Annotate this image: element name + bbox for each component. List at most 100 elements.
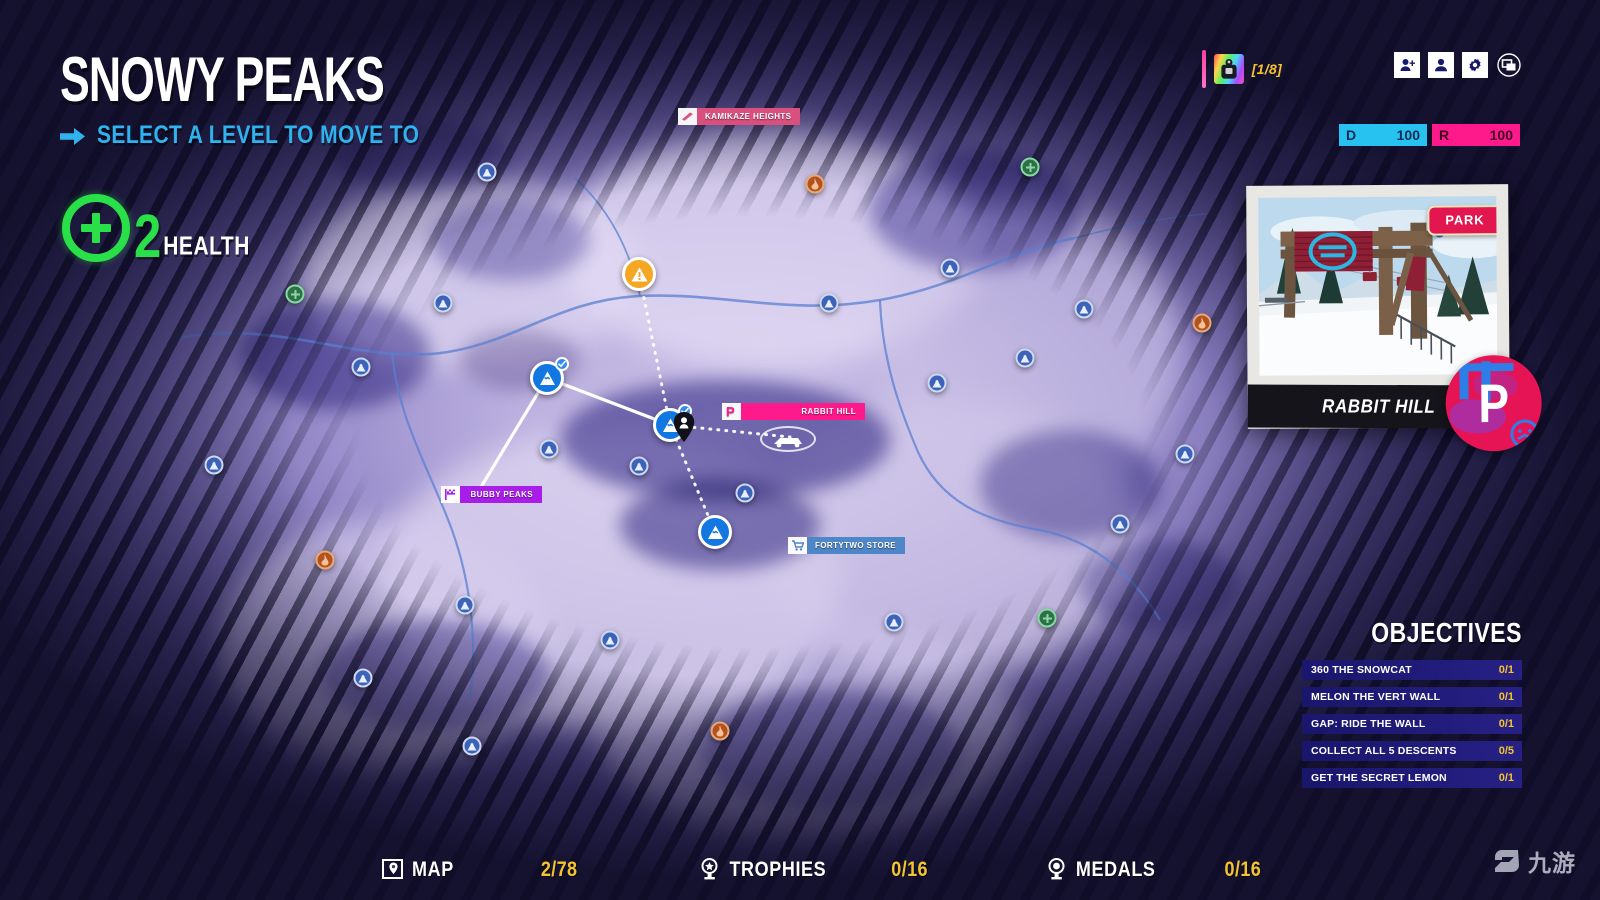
health-indicator: 2 HEALTH (62, 194, 250, 271)
map-poi-marker[interactable] (819, 293, 839, 313)
map-poi-marker[interactable] (1192, 313, 1212, 333)
medals-stat[interactable]: MEDALS 0/16 (1046, 856, 1261, 881)
peak-icon (351, 357, 371, 377)
map-poi-marker[interactable] (353, 668, 373, 688)
level-name-text: RABBIT HILL (1322, 395, 1436, 417)
flame-icon (710, 721, 730, 741)
peak-icon (477, 162, 497, 182)
character-avatar-icon[interactable] (1213, 54, 1244, 84)
map-label-text: RABBIT HILL (801, 407, 856, 416)
peak-icon (819, 293, 839, 313)
level-preview-card[interactable]: PARK RABBIT HILL P (1246, 184, 1543, 452)
map-pin-icon (382, 859, 403, 879)
map-label-bubby-peaks[interactable]: BUBBY PEAKS (441, 486, 542, 503)
objective-row[interactable]: COLLECT ALL 5 DESCENTS 0/5 (1302, 741, 1522, 761)
map-poi-marker[interactable] (462, 736, 482, 756)
map-label-kamikaze-heights[interactable]: KAMIKAZE HEIGHTS (678, 108, 801, 125)
map-poi-marker[interactable] (1020, 157, 1040, 177)
objective-count: 0/5 (1498, 745, 1514, 757)
map-poi-marker[interactable] (600, 630, 620, 650)
map-poi-marker[interactable] (1074, 299, 1094, 319)
map-label-text: KAMIKAZE HEIGHTS (705, 112, 792, 121)
map-poi-marker[interactable] (927, 373, 947, 393)
trophy-icon (701, 858, 718, 880)
objective-row[interactable]: GAP: RIDE THE WALL 0/1 (1302, 714, 1522, 734)
map-poi-marker[interactable] (1110, 514, 1130, 534)
completed-check-icon (555, 357, 569, 371)
map-poi-marker[interactable] (315, 550, 335, 570)
cash-value: 100 (1396, 127, 1420, 143)
map-poi-marker[interactable] (805, 174, 825, 194)
respect-currency: R 100 (1432, 124, 1520, 146)
map-progress-stat[interactable]: MAP 2/78 (382, 856, 578, 881)
peak-icon (455, 595, 475, 615)
player-position-marker[interactable] (673, 412, 695, 447)
map-poi-marker[interactable] (455, 595, 475, 615)
map-poi-marker[interactable] (629, 456, 649, 476)
medal-icon (1048, 858, 1065, 880)
node-bubby-peaks[interactable] (530, 357, 569, 395)
peak-icon (735, 483, 755, 503)
map-poi-marker[interactable] (1015, 348, 1035, 368)
health-plus-icon (62, 194, 130, 262)
person-icon[interactable] (1428, 52, 1454, 78)
arrow-right-icon (60, 127, 85, 145)
map-label-text: BUBBY PEAKS (470, 490, 533, 499)
map-poi-marker[interactable] (433, 293, 453, 313)
park-stamp-letter: P (1478, 372, 1510, 434)
avatar-accent-bar (1201, 50, 1206, 88)
map-poi-marker[interactable] (884, 612, 904, 632)
trophies-stat-value: 0/16 (891, 856, 928, 881)
trophies-stat[interactable]: TROPHIES 0/16 (699, 856, 928, 881)
map-label-fortytwo-store[interactable]: FORTYTWO STORE (788, 537, 906, 554)
respect-value: 100 (1489, 127, 1513, 143)
medals-stat-label: MEDALS (1075, 856, 1156, 881)
cart-icon (788, 537, 807, 554)
peak-icon (927, 373, 947, 393)
health-pickup-icon (1037, 608, 1057, 628)
map-poi-marker[interactable] (940, 258, 960, 278)
respect-symbol: R (1439, 127, 1450, 143)
health-pickup-icon (1020, 157, 1040, 177)
objectives-list[interactable]: 360 THE SNOWCAT 0/1 MELON THE VERT WALL 0/1… (1302, 660, 1522, 788)
map-poi-marker[interactable] (204, 455, 224, 475)
peak-icon (462, 736, 482, 756)
character-slot-count: [1/8] (1251, 61, 1282, 77)
flame-icon (805, 174, 825, 194)
map-poi-marker[interactable] (477, 162, 497, 182)
game-screen: KAMIKAZE HEIGHTS P RABBIT HILL BUBBY PEAKS F… (0, 0, 1600, 900)
map-poi-marker[interactable] (1175, 444, 1195, 464)
peak-icon (1110, 514, 1130, 534)
map-poi-marker[interactable] (351, 357, 371, 377)
objective-row[interactable]: GET THE SECRET LEMON 0/1 (1302, 768, 1522, 788)
objective-label: COLLECT ALL 5 DESCENTS (1311, 745, 1457, 757)
hud-button-group[interactable] (1394, 52, 1522, 78)
peak-icon (884, 612, 904, 632)
peak-icon (433, 293, 453, 313)
objective-count: 0/1 (1498, 691, 1514, 703)
peak-icon (353, 668, 373, 688)
slope-icon (678, 108, 697, 125)
objective-label: MELON THE VERT WALL (1311, 691, 1441, 703)
node-south[interactable] (698, 515, 732, 549)
map-poi-marker[interactable] (710, 721, 730, 741)
map-poi-marker[interactable] (1037, 608, 1057, 628)
map-poi-marker[interactable] (735, 483, 755, 503)
objective-row[interactable]: 360 THE SNOWCAT 0/1 (1302, 660, 1522, 680)
map-poi-marker[interactable] (539, 439, 559, 459)
map-stat-value: 2/78 (540, 856, 578, 881)
map-label-rabbit-hill[interactable]: P RABBIT HILL (722, 403, 865, 420)
windows-icon[interactable] (1496, 52, 1522, 78)
node-warn[interactable] (622, 257, 656, 291)
map-poi-marker[interactable] (285, 284, 305, 304)
health-value: 2 (134, 203, 162, 271)
map-stat-label: MAP (412, 856, 454, 881)
objective-row[interactable]: MELON THE VERT WALL 0/1 (1302, 687, 1522, 707)
peak-icon (940, 258, 960, 278)
add-person-icon[interactable] (1394, 52, 1420, 78)
flag-icon (441, 486, 460, 503)
peak-icon (1015, 348, 1035, 368)
flame-icon (1192, 313, 1212, 333)
gear-icon[interactable] (1462, 52, 1488, 78)
subtitle-row: SELECT A LEVEL TO MOVE TO (60, 122, 419, 149)
